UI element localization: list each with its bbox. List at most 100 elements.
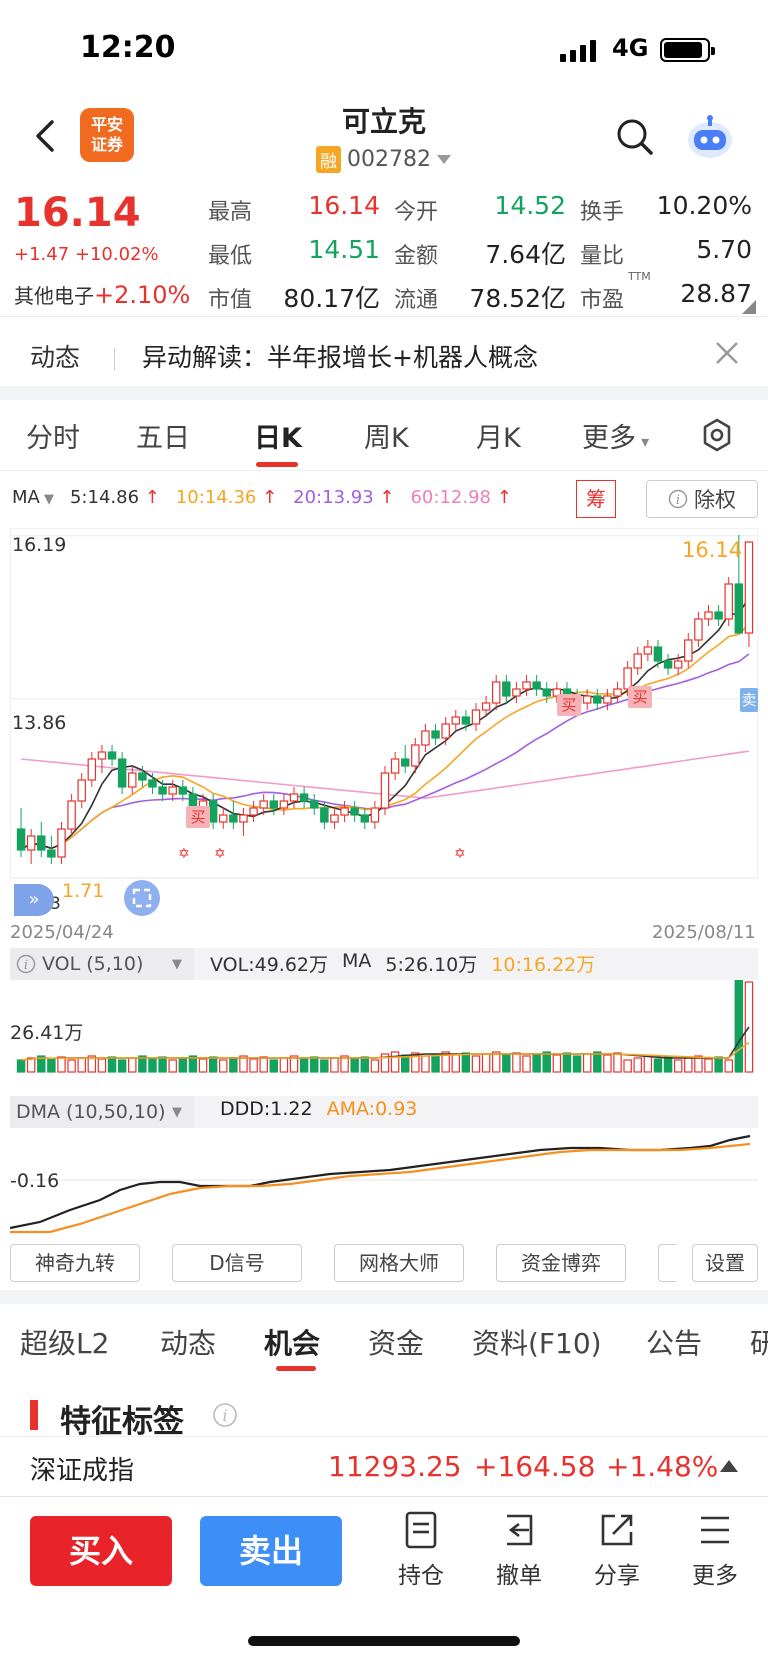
home-indicator[interactable] — [248, 1636, 520, 1646]
quote-value-volume-ratio: 5.70 — [696, 235, 752, 264]
caret-up-icon[interactable] — [720, 1460, 738, 1472]
candle-body — [340, 807, 349, 816]
tab-five-day[interactable]: 五日 — [136, 416, 190, 455]
dma-chart[interactable] — [10, 1128, 758, 1238]
candle-body — [744, 541, 754, 634]
tab-monthly-k[interactable]: 月K — [476, 416, 521, 455]
candle-body — [714, 611, 723, 620]
cancel-order-button[interactable]: 撤单 — [484, 1510, 554, 1590]
search-icon[interactable] — [614, 116, 654, 156]
share-label: 分享 — [594, 1563, 640, 1589]
tab-daily-k[interactable]: 日K — [254, 416, 302, 455]
news-strip[interactable]: 动态 异动解读：半年报增长+机器人概念 — [0, 318, 768, 386]
tab-intraday[interactable]: 分时 — [26, 416, 80, 455]
candle-body — [309, 800, 319, 809]
volume-ma5: 5:26.10万 — [385, 954, 478, 976]
chip-distribution-button[interactable]: 筹 — [576, 480, 616, 518]
price-axis-top: 16.19 — [12, 534, 67, 556]
volume-bar — [219, 1059, 228, 1073]
candle-body — [421, 730, 430, 746]
robot-assistant-icon[interactable] — [684, 112, 736, 164]
volume-bar — [643, 1055, 653, 1073]
tab-more[interactable]: 更多 ▾ — [582, 416, 649, 455]
volume-bar — [724, 1059, 733, 1073]
tab-super-l2[interactable]: 超级L2 — [20, 1322, 109, 1362]
gear-icon[interactable] — [700, 418, 734, 452]
volume-bar — [350, 1058, 359, 1073]
candle-body — [178, 786, 188, 795]
volume-bar — [421, 1055, 430, 1073]
dma-ama-line — [10, 1142, 751, 1234]
expand-corner-icon[interactable] — [742, 300, 756, 314]
more-button[interactable]: 更多 — [680, 1510, 750, 1590]
sector-name: 其他电子 — [14, 284, 94, 308]
kline-chart[interactable]: ✡ ✡ ✡ — [10, 528, 758, 918]
date-start: 2025/04/24 — [10, 922, 114, 943]
quote-label-low: 最低 — [208, 244, 253, 269]
volume-bar — [593, 1051, 602, 1073]
indicator-button-grid-master[interactable]: 网格大师 — [334, 1244, 464, 1282]
volume-chart[interactable] — [10, 980, 758, 1080]
clock: 12:20 — [80, 30, 176, 65]
fullscreen-icon[interactable] — [124, 880, 160, 916]
volume-ma10-line — [21, 1041, 750, 1061]
dma-indicator-selector[interactable]: DMA (10,50,10) ▼ — [10, 1096, 194, 1128]
volume-bar — [673, 1059, 683, 1073]
candle-body — [138, 772, 147, 781]
stock-code-selector[interactable]: 融 002782 — [316, 146, 451, 173]
sell-button[interactable]: 卖出 — [200, 1516, 342, 1586]
buy-button[interactable]: 买入 — [30, 1516, 172, 1586]
candle-body — [471, 709, 481, 725]
ma-selector[interactable]: MA ▼ — [12, 487, 54, 508]
candle-body — [158, 786, 167, 795]
volume-bar — [633, 1057, 642, 1073]
candle-body — [582, 695, 592, 704]
indicator-button-capital-game[interactable]: 资金博弈 — [496, 1244, 626, 1282]
tab-weekly-k[interactable]: 周K — [364, 416, 409, 455]
quote-label-amount: 金额 — [394, 244, 439, 269]
candle-body — [87, 758, 97, 781]
news-headline[interactable]: 异动解读：半年报增长+机器人概念 — [142, 338, 538, 374]
ma60-value: 60:12.98 ↑ — [410, 487, 512, 508]
volume-bar — [451, 1054, 461, 1073]
share-button[interactable]: 分享 — [582, 1510, 652, 1590]
candle-body — [502, 681, 511, 697]
volume-bar — [97, 1058, 107, 1073]
tab-f10[interactable]: 资料(F10) — [472, 1322, 602, 1362]
volume-bar — [178, 1057, 188, 1073]
volume-bar — [481, 1053, 491, 1073]
date-end: 2025/08/11 — [652, 922, 756, 943]
signal-star-icon: ✡ — [454, 846, 466, 862]
volume-bar — [128, 1057, 137, 1073]
sector-info[interactable]: 其他电子+2.10% — [14, 280, 190, 309]
tab-research[interactable]: 研 — [750, 1322, 768, 1362]
indicator-button-partial[interactable] — [658, 1244, 676, 1282]
index-name[interactable]: 深证成指 — [30, 1450, 134, 1487]
info-icon[interactable]: i — [212, 1402, 238, 1428]
index-value: 11293.25 — [328, 1450, 462, 1483]
svg-text:i: i — [222, 1406, 227, 1425]
indicator-button-magic-nine[interactable]: 神奇九转 — [10, 1244, 140, 1282]
quote-label-volume-ratio: 量比 — [580, 244, 625, 269]
candle-body — [350, 807, 359, 816]
holdings-button[interactable]: 持仓 — [386, 1510, 456, 1590]
tab-dynamics[interactable]: 动态 — [160, 1322, 216, 1362]
ma20-line — [20, 653, 750, 851]
tab-opportunity[interactable]: 机会 — [264, 1322, 320, 1362]
volume-indicator-selector[interactable]: i VOL (5,10) ▼ — [10, 948, 194, 980]
candle-body — [269, 800, 279, 809]
indicator-button-d-signal[interactable]: D信号 — [172, 1244, 302, 1282]
sell-signal-marker: 卖 — [740, 688, 758, 712]
ex-rights-button[interactable]: i 除权 — [646, 480, 758, 518]
tab-announcements[interactable]: 公告 — [646, 1322, 702, 1362]
close-icon[interactable] — [714, 340, 740, 366]
volume-value: VOL:49.62万 — [210, 954, 328, 976]
candle-body — [734, 583, 744, 634]
expand-left-icon[interactable]: » — [14, 884, 54, 916]
quote-value-market-cap: 80.17亿 — [283, 284, 380, 313]
candle-body — [491, 681, 501, 704]
indicator-settings-button[interactable]: 设置 — [692, 1244, 758, 1282]
volume-bar — [47, 1058, 56, 1073]
quote-label-market-cap: 市值 — [208, 288, 253, 313]
tab-capital[interactable]: 资金 — [368, 1322, 424, 1362]
